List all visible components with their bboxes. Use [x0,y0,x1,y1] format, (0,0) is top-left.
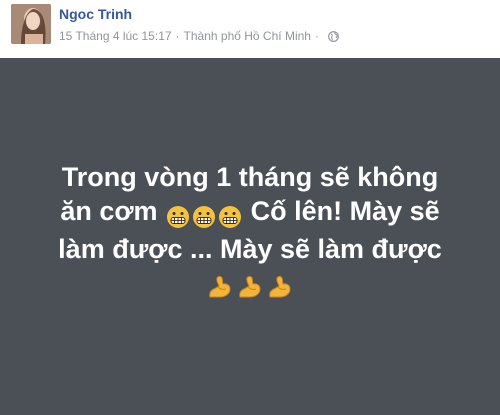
meta-separator: · [175,29,180,43]
post-timestamp[interactable]: 15 Tháng 4 lúc 15:17 [59,29,172,43]
meta-separator: · [314,29,319,43]
grimacing-emoji-group [165,198,243,232]
flexed-biceps-emoji-group [0,268,500,298]
avatar[interactable] [11,4,51,44]
post-text-line-3: làm được ... Mày sẽ làm được [58,234,442,264]
flexed-biceps-icon [209,275,231,298]
post-text-fragment: ăn cơm [60,196,158,226]
flexed-biceps-icon [239,275,261,298]
grimacing-face-icon [193,205,216,228]
post-location[interactable]: Thành phố Hồ Chí Minh [184,29,311,43]
post-text-line-1: Trong vòng 1 tháng sẽ không [61,162,439,192]
post-text: Trong vòng 1 tháng sẽ không ăn cơm Cố lê… [0,160,500,298]
status-background: Trong vòng 1 tháng sẽ không ăn cơm Cố lê… [0,58,500,415]
grimacing-face-icon [219,205,242,228]
grimacing-face-icon [167,205,190,228]
avatar-photo [11,4,51,44]
post-text-line-2: ăn cơm Cố lên! Mày sẽ [0,194,500,232]
author-name[interactable]: Ngoc Trinh [59,6,132,22]
globe-icon[interactable] [328,30,339,42]
post-header: Ngoc Trinh 15 Tháng 4 lúc 15:17 · Thành … [0,0,500,56]
post-text-fragment: Cố lên! Mày sẽ [250,196,440,226]
flexed-biceps-icon [269,275,291,298]
post-meta: 15 Tháng 4 lúc 15:17 · Thành phố Hồ Chí … [59,29,339,43]
